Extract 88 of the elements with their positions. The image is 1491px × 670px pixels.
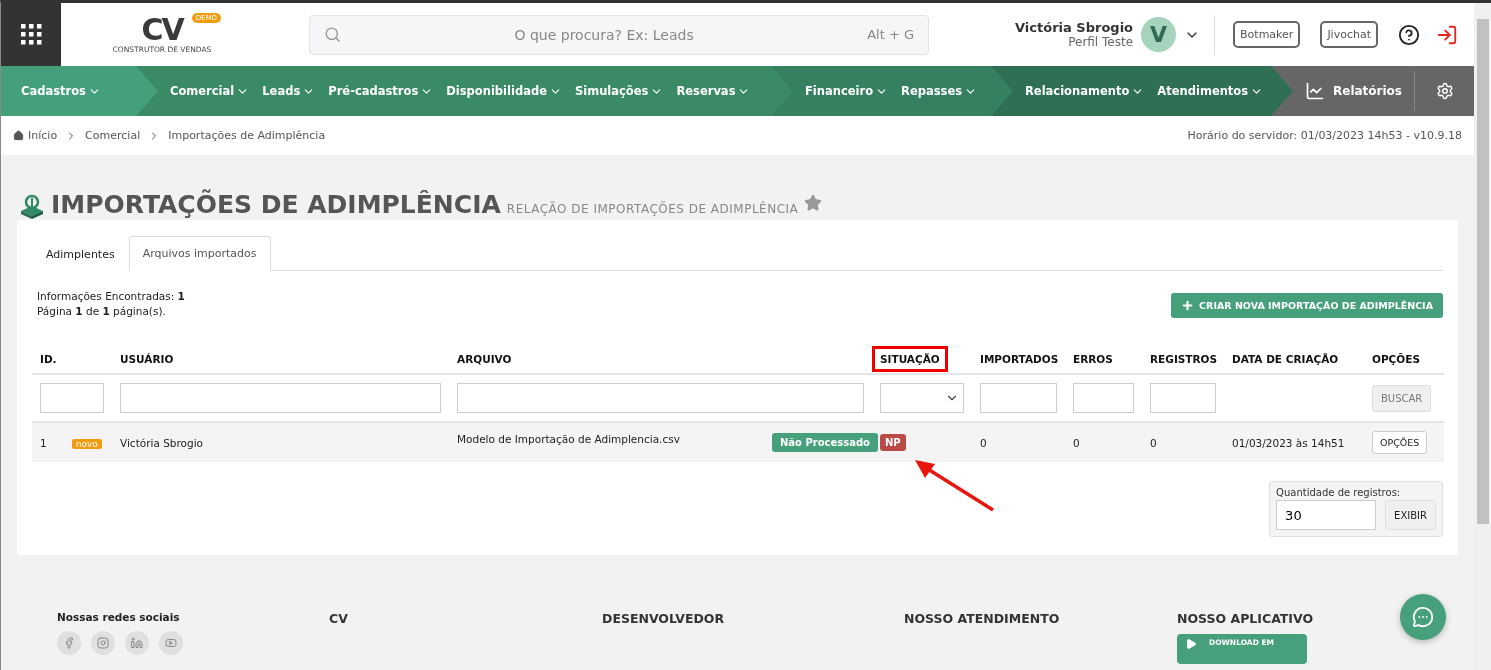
server-time: Horário do servidor: 01/03/2023 14h53 - v10.9.18 bbox=[1187, 129, 1462, 142]
nav-menu-item[interactable]: Leads bbox=[262, 84, 316, 98]
column-header: IMPORTADOS bbox=[979, 352, 1060, 367]
nav-menu-item[interactable]: Reservas bbox=[676, 84, 751, 98]
social-network-icon bbox=[97, 637, 109, 649]
nav-menu-item[interactable]: Comercial bbox=[170, 84, 250, 98]
search-icon bbox=[324, 26, 341, 43]
nav-menu-item[interactable]: Disponibilidade bbox=[446, 84, 562, 98]
social-icon[interactable] bbox=[91, 631, 115, 655]
options-button[interactable]: OPÇÕES bbox=[1372, 431, 1428, 454]
imported-count: 0 bbox=[980, 436, 987, 449]
money-stack-icon bbox=[19, 194, 45, 220]
nav-menu-item[interactable]: Cadastros bbox=[21, 84, 101, 98]
filter-field[interactable] bbox=[120, 383, 441, 413]
social-network-icon bbox=[63, 637, 75, 649]
footer-heading: NOSSO APLICATIVO bbox=[1177, 611, 1314, 626]
status-tag: NP bbox=[880, 434, 906, 451]
filter-select[interactable] bbox=[880, 383, 964, 413]
column-header: ID. bbox=[39, 352, 58, 367]
column-header: REGISTROS bbox=[1149, 352, 1219, 367]
user-name: Victória Sbrogio bbox=[1015, 20, 1134, 35]
social-icon[interactable] bbox=[57, 631, 81, 655]
nav-menu-item[interactable]: Relacionamento bbox=[1025, 84, 1145, 98]
chat-bubble-icon bbox=[1412, 606, 1434, 628]
show-button[interactable]: EXIBIR bbox=[1385, 500, 1436, 530]
help-icon[interactable] bbox=[1398, 23, 1420, 46]
column-header: DATA DE CRIAÇÃO bbox=[1231, 352, 1340, 367]
shortcut-hint: Alt + G bbox=[867, 27, 914, 42]
nav-menu-item[interactable]: Simulações bbox=[574, 84, 664, 98]
column-header: ERROS bbox=[1072, 352, 1114, 367]
app-grid-icon bbox=[20, 24, 42, 45]
column-header: ARQUIVO bbox=[456, 352, 513, 367]
summary-text: Informações Encontradas: 1 bbox=[37, 289, 185, 304]
breadcrumb-link[interactable]: Início bbox=[13, 129, 58, 142]
new-tag: novo bbox=[71, 438, 102, 449]
filter-field[interactable] bbox=[1073, 383, 1134, 413]
page-subtitle: RELAÇÃO DE IMPORTAÇÕES DE ADIMPLÊNCIA bbox=[506, 202, 799, 216]
social-network-icon bbox=[165, 637, 177, 649]
nav-menu-item[interactable]: Pré-cadastros bbox=[328, 84, 434, 98]
chat-button[interactable] bbox=[1400, 594, 1446, 640]
header-button[interactable]: Botmaker bbox=[1233, 21, 1301, 48]
nav-menu-item[interactable]: Repasses bbox=[901, 84, 978, 98]
search-input[interactable]: O que procura? Ex: Leads bbox=[351, 25, 858, 44]
apps-menu-button[interactable] bbox=[1, 3, 61, 66]
breadcrumb-link[interactable]: Comercial bbox=[85, 129, 141, 142]
page-size-field[interactable]: 30 bbox=[1276, 500, 1377, 530]
search-field[interactable]: O que procura? Ex: Leads Alt + G bbox=[309, 14, 929, 55]
logout-icon[interactable] bbox=[1436, 23, 1458, 46]
search-button[interactable]: BUSCAR bbox=[1372, 384, 1432, 412]
user-avatar[interactable]: V bbox=[1141, 17, 1177, 52]
plus-icon bbox=[1181, 299, 1195, 312]
create-import-button[interactable]: CRIAR NOVA IMPORTAÇÃO DE ADIMPLÊNCIA bbox=[1171, 293, 1443, 318]
creation-date: 01/03/2023 às 14h51 bbox=[1232, 436, 1345, 449]
tab[interactable]: Arquivos importados bbox=[128, 236, 271, 271]
play-icon bbox=[1185, 638, 1197, 650]
page-title: IMPORTAÇÕES DE ADIMPLÊNCIA bbox=[51, 190, 501, 220]
nav-menu-item[interactable]: Atendimentos bbox=[1157, 84, 1264, 98]
status-tooltip: Não Processado bbox=[772, 433, 878, 452]
summary-text: Página 1 de 1 página(s). bbox=[37, 304, 167, 319]
filter-field[interactable] bbox=[457, 383, 864, 413]
filter-field[interactable] bbox=[40, 383, 104, 413]
filter-field[interactable] bbox=[980, 383, 1057, 413]
breadcrumb-link[interactable]: Importações de Adimplência bbox=[168, 129, 326, 142]
home-icon bbox=[13, 130, 24, 141]
column-header: OPÇÕES bbox=[1371, 352, 1421, 367]
id-text: 1 bbox=[40, 436, 47, 449]
file-name: Modelo de Importação de Adimplencia.csv bbox=[457, 433, 680, 445]
footer-heading: CV bbox=[329, 611, 348, 626]
column-header: SITUAÇÃO bbox=[872, 346, 948, 372]
user-profile: Perfil Teste bbox=[1068, 35, 1134, 49]
social-icon[interactable] bbox=[159, 631, 183, 655]
social-network-icon bbox=[131, 637, 143, 649]
user-text: Victória Sbrogio bbox=[120, 436, 204, 449]
header-button[interactable]: Jivochat bbox=[1320, 21, 1378, 48]
social-title: Nossas redes sociais bbox=[57, 611, 180, 623]
footer-heading: NOSSO ATENDIMENTO bbox=[904, 611, 1060, 626]
page-size-label: Quantidade de registros: bbox=[1276, 487, 1402, 498]
nav-menu-item[interactable]: Financeiro bbox=[805, 84, 889, 98]
footer-heading: DESENVOLVEDOR bbox=[602, 611, 725, 626]
social-icon[interactable] bbox=[125, 631, 149, 655]
record-count: 0 bbox=[1150, 436, 1157, 449]
favorite-star-icon[interactable] bbox=[804, 194, 823, 212]
reports-link[interactable]: Relatórios bbox=[1305, 81, 1402, 101]
line-chart-icon bbox=[1305, 81, 1325, 101]
column-header: USUÁRIO bbox=[119, 352, 175, 367]
error-count: 0 bbox=[1073, 436, 1080, 449]
settings-icon bbox=[1435, 82, 1454, 100]
filter-field[interactable] bbox=[1150, 383, 1216, 413]
